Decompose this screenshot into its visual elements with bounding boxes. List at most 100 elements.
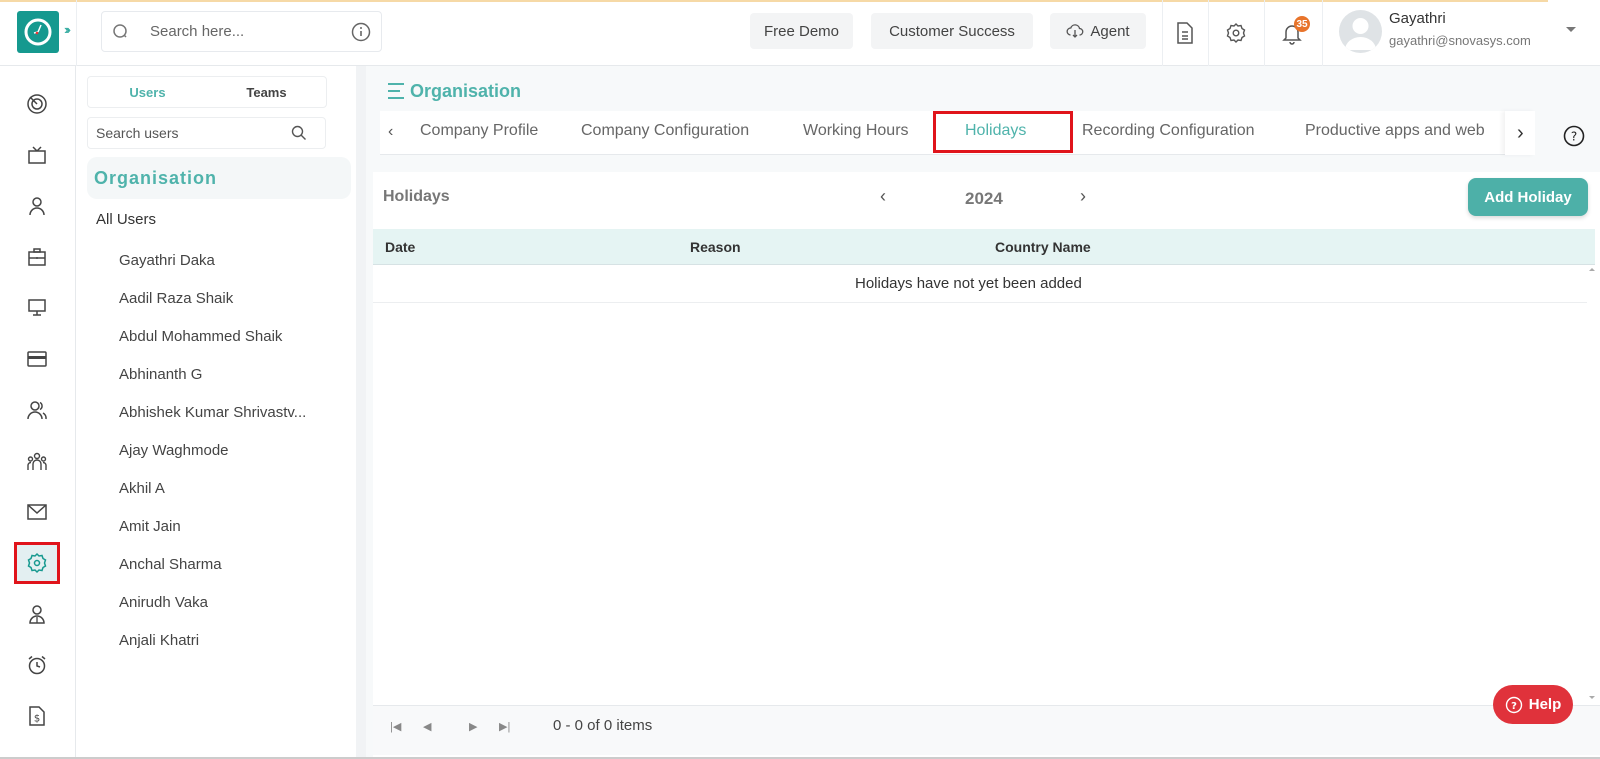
user-list-item[interactable]: Ajay Waghmode — [119, 442, 229, 459]
all-users-item[interactable]: All Users — [96, 211, 156, 228]
user-email: gayathri@snovasys.com — [1389, 33, 1531, 48]
first-page-icon[interactable]: |◀ — [390, 720, 401, 733]
user-list-item[interactable]: Gayathri Daka — [119, 252, 215, 269]
tab-users[interactable]: Users — [88, 77, 207, 107]
rail-item-employee[interactable] — [14, 594, 60, 634]
help-label: Help — [1528, 696, 1562, 713]
search-icon[interactable] — [291, 125, 307, 141]
help-circle-icon[interactable]: ? — [1563, 125, 1585, 147]
user-list-item[interactable]: Amit Jain — [119, 518, 181, 535]
scroll-down-icon[interactable] — [1589, 696, 1595, 699]
panel-divider[interactable] — [356, 66, 366, 759]
icon-rail: $ — [0, 66, 76, 759]
mail-icon — [27, 504, 47, 520]
rail-item-monitor[interactable] — [14, 288, 60, 328]
rail-item-mail[interactable] — [14, 492, 60, 532]
settings-icon[interactable] — [1225, 22, 1247, 44]
next-page-icon[interactable]: ▶ — [469, 720, 477, 733]
divider — [1322, 0, 1323, 66]
customer-success-label: Customer Success — [889, 22, 1015, 40]
column-header-country[interactable]: Country Name — [995, 239, 1091, 255]
rail-item-tv[interactable] — [14, 135, 60, 175]
user-name: Gayathri — [1389, 10, 1446, 27]
section-title: Holidays — [383, 188, 450, 205]
rail-item-invoice[interactable]: $ — [14, 696, 60, 736]
rail-item-alarm[interactable] — [14, 645, 60, 685]
tab-teams[interactable]: Teams — [207, 77, 326, 107]
user-list-item[interactable]: Abdul Mohammed Shaik — [119, 328, 282, 345]
tab-working-hours[interactable]: Working Hours — [803, 122, 909, 140]
top-accent-line — [0, 0, 1548, 2]
global-search-input[interactable] — [150, 23, 340, 40]
app-logo[interactable] — [17, 11, 59, 53]
user-list-item[interactable]: Anjali Khatri — [119, 632, 199, 649]
organisation-title[interactable]: Organisation — [94, 168, 217, 189]
free-demo-label: Free Demo — [763, 22, 840, 40]
scroll-up-icon[interactable] — [1589, 268, 1595, 271]
page-title: Organisation — [410, 80, 522, 101]
user-menu-caret-icon[interactable] — [1566, 27, 1576, 32]
clock-logo-icon — [24, 18, 52, 46]
user-list-item[interactable]: Anirudh Vaka — [119, 594, 208, 611]
users-teams-toggle: Users Teams — [87, 76, 327, 108]
column-header-reason[interactable]: Reason — [690, 239, 741, 255]
settings-icon — [27, 552, 47, 574]
dashboard-icon — [27, 94, 47, 114]
svg-text:?: ? — [1571, 130, 1577, 144]
agent-button[interactable]: Agent — [1050, 13, 1146, 49]
user-search-input[interactable] — [96, 125, 291, 141]
user-list-item[interactable]: Abhinanth G — [119, 366, 202, 383]
rail-item-billing[interactable] — [14, 339, 60, 379]
global-search — [101, 11, 382, 52]
expand-menu-icon[interactable]: ››› — [64, 22, 71, 37]
rail-item-profile[interactable] — [14, 186, 60, 226]
users-icon — [27, 401, 47, 420]
table-header: Date Reason Country Name — [373, 229, 1595, 265]
divider — [1162, 0, 1163, 66]
customer-success-button[interactable]: Customer Success — [871, 13, 1033, 49]
menu-icon[interactable] — [386, 80, 406, 102]
user-list-item[interactable]: Abhishek Kumar Shrivastv... — [119, 404, 306, 421]
year-prev-icon[interactable]: ‹ — [880, 186, 886, 207]
info-icon[interactable] — [351, 22, 371, 42]
divider — [1208, 0, 1209, 66]
svg-text:?: ? — [1511, 701, 1517, 712]
user-icon — [29, 197, 45, 216]
free-demo-button[interactable]: Free Demo — [750, 13, 853, 49]
tab-productive-apps[interactable]: Productive apps and web — [1305, 122, 1505, 140]
tabs-next-icon[interactable]: › — [1517, 122, 1524, 145]
prev-page-icon[interactable]: ◀ — [423, 720, 431, 733]
briefcase-icon — [28, 248, 46, 266]
avatar[interactable] — [1339, 10, 1382, 53]
alarm-icon — [28, 655, 46, 675]
column-header-date[interactable]: Date — [385, 239, 415, 255]
tabs-prev-icon[interactable]: ‹ — [388, 123, 393, 141]
rail-item-settings[interactable] — [14, 542, 60, 584]
tab-company-configuration[interactable]: Company Configuration — [581, 122, 749, 140]
user-list-item[interactable]: Anchal Sharma — [119, 556, 222, 573]
tab-company-profile[interactable]: Company Profile — [420, 122, 538, 140]
user-list-item[interactable]: Aadil Raza Shaik — [119, 290, 233, 307]
user-search — [87, 117, 326, 149]
pagination-info: 0 - 0 of 0 items — [553, 717, 653, 734]
svg-text:$: $ — [34, 714, 40, 725]
last-page-icon[interactable]: ▶| — [499, 720, 510, 733]
user-list-item[interactable]: Akhil A — [119, 480, 165, 497]
card-icon — [27, 351, 47, 367]
rail-item-dashboard[interactable] — [14, 84, 60, 124]
page-header: Organisation — [386, 80, 521, 102]
notification-badge: 35 — [1294, 16, 1310, 32]
add-holiday-button[interactable]: Add Holiday — [1468, 178, 1588, 216]
monitor-icon — [28, 299, 46, 316]
rail-item-projects[interactable] — [14, 237, 60, 277]
rail-item-users[interactable] — [14, 390, 60, 430]
year-next-icon[interactable]: › — [1080, 186, 1086, 207]
help-button[interactable]: ? Help — [1493, 685, 1573, 724]
tab-recording-configuration[interactable]: Recording Configuration — [1082, 122, 1255, 140]
divider — [1264, 0, 1265, 66]
divider — [76, 0, 77, 66]
invoice-icon: $ — [29, 706, 45, 726]
rail-item-teams[interactable] — [14, 441, 60, 481]
document-icon[interactable] — [1174, 21, 1196, 45]
empty-message: Holidays have not yet been added — [855, 275, 1082, 292]
